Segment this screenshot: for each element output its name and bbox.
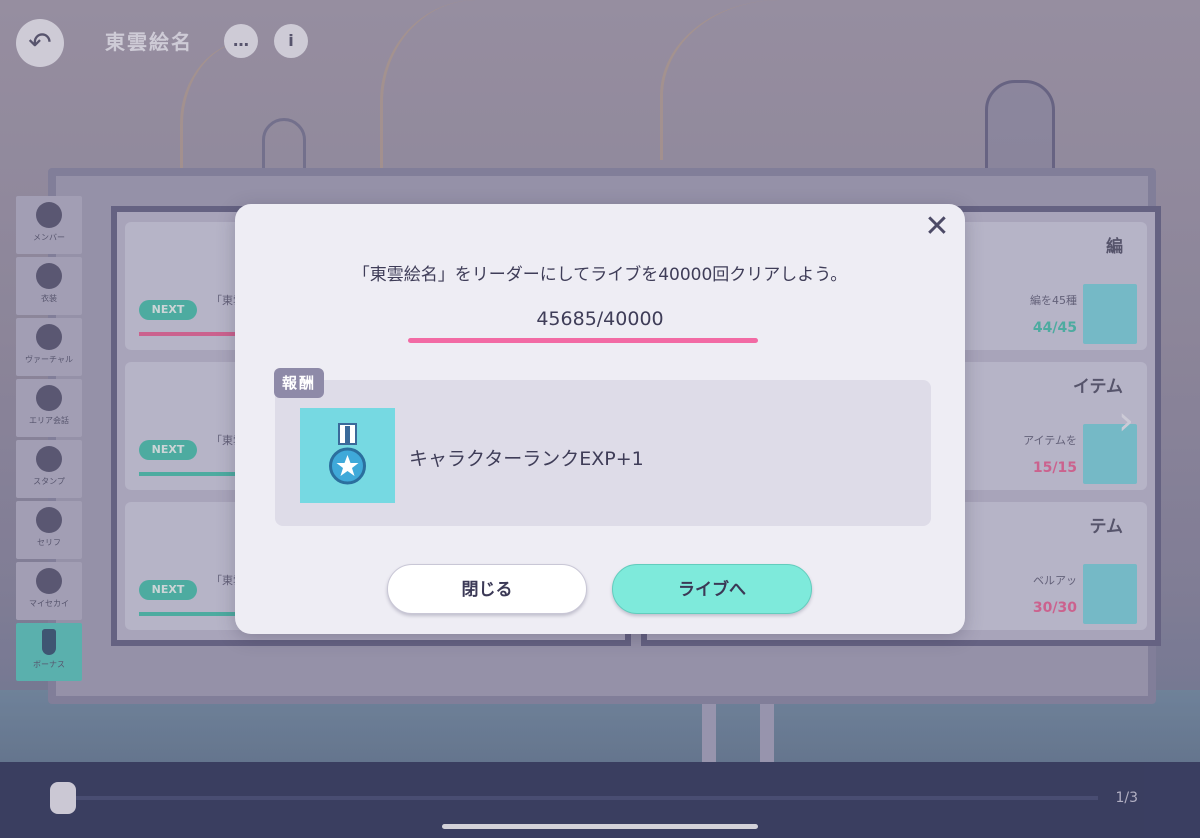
close-button[interactable]: 閉じる (387, 564, 587, 614)
go-to-live-button[interactable]: ライブへ (612, 564, 812, 614)
medal-star-icon (300, 408, 395, 503)
progress-bar (408, 338, 758, 343)
mission-description: 「東雲絵名」をリーダーにしてライブを40000回クリアしよう。 (352, 265, 848, 285)
reward-tag: 報酬 (274, 368, 325, 398)
mission-detail-dialog: ✕ 「東雲絵名」をリーダーにしてライブを40000回クリアしよう。 45685/… (235, 204, 965, 634)
progress-bar-fill (408, 338, 758, 343)
progress-count: 45685/40000 (536, 308, 664, 330)
close-icon[interactable]: ✕ (923, 212, 951, 242)
reward-name: キャラクターランクEXP+1 (409, 448, 644, 470)
medal-star-icon-graphic (329, 423, 366, 485)
